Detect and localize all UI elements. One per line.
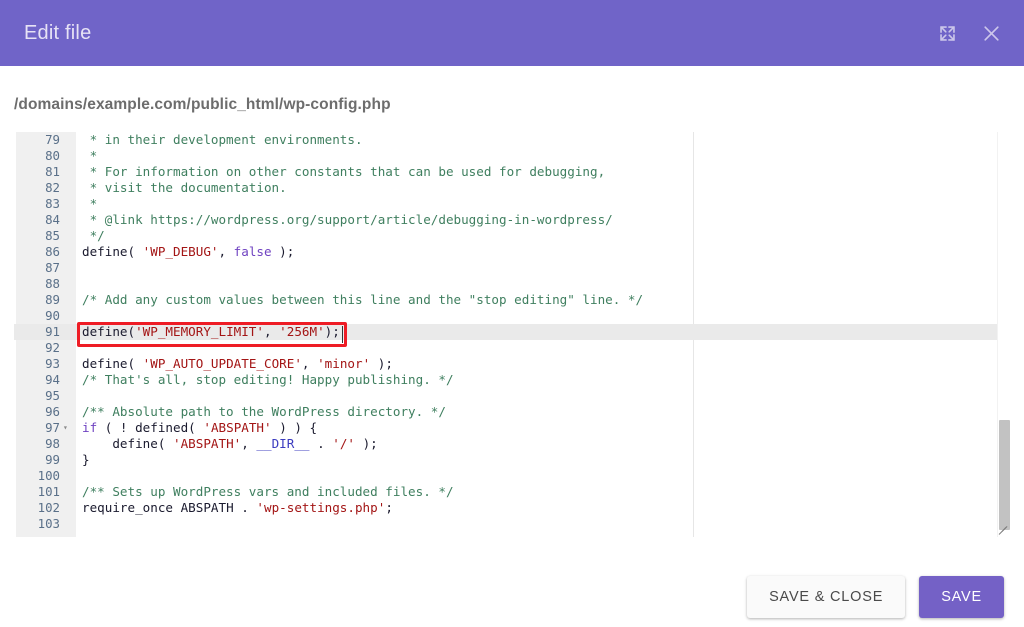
close-icon[interactable]	[976, 18, 1006, 48]
line-number: 82	[45, 180, 60, 195]
code-text: * For information on other constants tha…	[82, 164, 606, 179]
line-number: 97	[45, 420, 60, 435]
modal-title: Edit file	[24, 21, 92, 44]
line-number: 80	[45, 148, 60, 163]
line-number: 89	[45, 292, 60, 307]
line-number: 86	[45, 244, 60, 259]
code-editor[interactable]: 79 * in their development environments. 8…	[14, 132, 1010, 537]
editor-surface[interactable]: 79 * in their development environments. 8…	[14, 132, 1010, 537]
resize-grip-icon[interactable]	[997, 525, 1009, 537]
modal-footer: SAVE & CLOSE SAVE	[0, 566, 1024, 627]
code-line[interactable]: 82 * visit the documentation.	[14, 180, 1010, 196]
line-number: 84	[45, 212, 60, 227]
line-number: 79	[45, 132, 60, 147]
editor-bottom-edge	[14, 537, 1010, 538]
line-number: 91	[45, 324, 60, 339]
code-line[interactable]: 84 * @link https://wordpress.org/support…	[14, 212, 1010, 228]
code-line[interactable]: 80 *	[14, 148, 1010, 164]
code-text: require_once ABSPATH . 'wp-settings.php'…	[82, 500, 393, 515]
line-number: 87	[45, 260, 60, 275]
line-number: 92	[45, 340, 60, 355]
line-number: 98	[45, 436, 60, 451]
code-text: define('WP_MEMORY_LIMIT', '256M');	[82, 324, 340, 339]
line-number: 93	[45, 356, 60, 371]
header-actions	[932, 18, 1006, 48]
code-text: * visit the documentation.	[82, 180, 287, 195]
expand-icon[interactable]	[932, 18, 962, 48]
line-number: 88	[45, 276, 60, 291]
code-text: /* Add any custom values between this li…	[82, 292, 644, 307]
line-number: 95	[45, 388, 60, 403]
line-number: 100	[37, 468, 60, 483]
code-line[interactable]: 100	[14, 468, 1010, 484]
line-number: 81	[45, 164, 60, 179]
code-line[interactable]: 102 require_once ABSPATH . 'wp-settings.p…	[14, 500, 1010, 516]
save-and-close-button[interactable]: SAVE & CLOSE	[747, 575, 906, 618]
code-line[interactable]: 89 /* Add any custom values between this …	[14, 292, 1010, 308]
code-text: define( 'WP_DEBUG', false );	[82, 244, 295, 259]
code-line[interactable]: 79 * in their development environments.	[14, 132, 1010, 148]
code-lines[interactable]: 79 * in their development environments. 8…	[14, 132, 1010, 532]
code-text: /* That's all, stop editing! Happy publi…	[82, 372, 454, 387]
code-line[interactable]: 83 *	[14, 196, 1010, 212]
code-line[interactable]: 85 */	[14, 228, 1010, 244]
code-text: define( 'WP_AUTO_UPDATE_CORE', 'minor' )…	[82, 356, 393, 371]
text-cursor	[342, 326, 343, 343]
code-text: * in their development environments.	[82, 132, 363, 147]
code-text: */	[82, 228, 105, 243]
code-fold-icon[interactable]: ▾	[63, 420, 72, 436]
code-text: /** Absolute path to the WordPress direc…	[82, 404, 446, 419]
line-number: 94	[45, 372, 60, 387]
line-number: 90	[45, 308, 60, 323]
line-number: 101	[37, 484, 60, 499]
modal-body: /domains/example.com/public_html/wp-conf…	[0, 66, 1024, 627]
line-number: 102	[37, 500, 60, 515]
code-text: *	[82, 196, 98, 211]
code-text: define( 'ABSPATH', __DIR__ . '/' );	[82, 436, 378, 451]
code-line[interactable]: 98 define( 'ABSPATH', __DIR__ . '/' );	[14, 436, 1010, 452]
code-line[interactable]: 90	[14, 308, 1010, 324]
code-line[interactable]: 101 /** Sets up WordPress vars and includ…	[14, 484, 1010, 500]
line-number: 103	[37, 516, 60, 531]
code-line[interactable]: 99}	[14, 452, 1010, 468]
code-line[interactable]: 94 /* That's all, stop editing! Happy pub…	[14, 372, 1010, 388]
code-line[interactable]: 86 define( 'WP_DEBUG', false );	[14, 244, 1010, 260]
code-line[interactable]: 103	[14, 516, 1010, 532]
line-number: 83	[45, 196, 60, 211]
code-line[interactable]: 95	[14, 388, 1010, 404]
code-line[interactable]: 92	[14, 340, 1010, 356]
code-line[interactable]: 87	[14, 260, 1010, 276]
code-line[interactable]: 88	[14, 276, 1010, 292]
code-line[interactable]: 93 define( 'WP_AUTO_UPDATE_CORE', 'minor'…	[14, 356, 1010, 372]
code-line[interactable]: 97 ▾ if ( ! defined( 'ABSPATH' ) ) {	[14, 420, 1010, 436]
line-number: 96	[45, 404, 60, 419]
modal-header: Edit file	[0, 0, 1024, 66]
code-line[interactable]: 96 /** Absolute path to the WordPress dir…	[14, 404, 1010, 420]
editor-vertical-scrollbar[interactable]	[997, 132, 1010, 537]
code-text: }	[82, 452, 90, 467]
scrollbar-thumb[interactable]	[999, 420, 1010, 530]
code-text: if ( ! defined( 'ABSPATH' ) ) {	[82, 420, 318, 435]
save-button[interactable]: SAVE	[919, 575, 1004, 618]
code-line[interactable]: 91 define('WP_MEMORY_LIMIT', '256M');	[14, 324, 1010, 340]
code-text: *	[82, 148, 98, 163]
code-text: * @link https://wordpress.org/support/ar…	[82, 212, 613, 227]
line-number: 99	[45, 452, 60, 467]
code-text: /** Sets up WordPress vars and included …	[82, 484, 454, 499]
code-line[interactable]: 81 * For information on other constants …	[14, 164, 1010, 180]
line-number: 85	[45, 228, 60, 243]
file-path: /domains/example.com/public_html/wp-conf…	[14, 96, 391, 113]
